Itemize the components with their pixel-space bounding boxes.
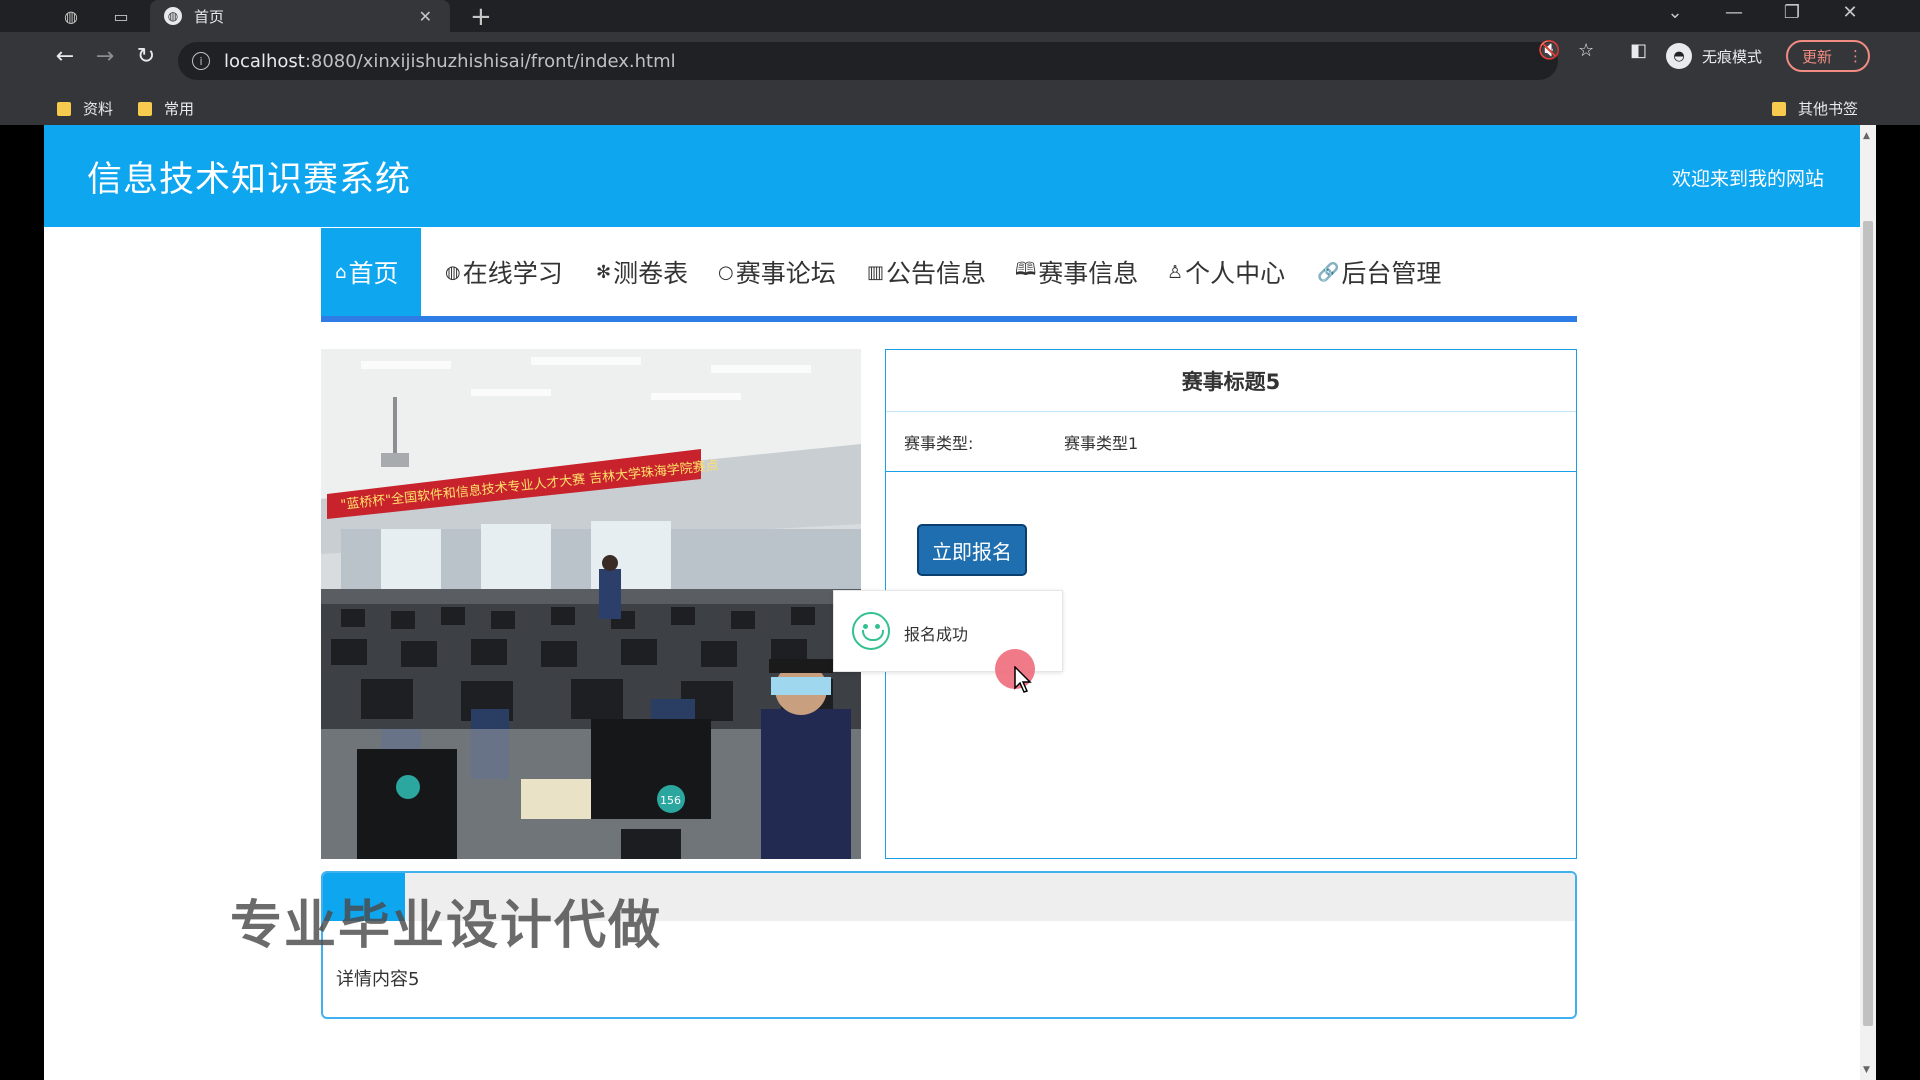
- bookmark-folder-changyong[interactable]: 常用: [138, 98, 194, 119]
- scroll-up-icon[interactable]: ▲: [1863, 131, 1870, 141]
- snowflake-icon: ✻: [596, 261, 612, 283]
- tab-list-chevron-icon[interactable]: ⌄: [1655, 2, 1695, 23]
- mouse-cursor-icon: [1014, 666, 1032, 693]
- nav-item-label: 在线学习: [462, 259, 563, 288]
- smile-icon: [852, 612, 890, 650]
- other-bookmarks-label: 其他书签: [1798, 100, 1859, 118]
- main-nav: ⌂ 首页 ◍ 在线学习 ✻ 测卷表 ○ 赛事论坛 ▥ 公告信息 🕮 赛事信息 ♙…: [321, 228, 1577, 322]
- nav-item-label: 个人中心: [1185, 259, 1286, 288]
- event-type-row: 赛事类型: 赛事类型1: [886, 412, 1576, 472]
- event-type-value: 赛事类型1: [1064, 433, 1139, 453]
- close-window-button[interactable]: ✕: [1830, 2, 1870, 23]
- reload-icon[interactable]: ↻: [131, 44, 161, 69]
- profile-globe-icon[interactable]: ◍: [58, 4, 84, 28]
- page-scrollbar[interactable]: ▲ ▼: [1860, 125, 1876, 1080]
- nav-item-event-info[interactable]: 🕮 赛事信息: [1015, 228, 1138, 316]
- folder-icon: [57, 101, 71, 116]
- nav-item-test-papers[interactable]: ✻ 测卷表: [596, 228, 688, 316]
- circle-icon: ○: [718, 261, 734, 283]
- nav-item-label: 测卷表: [613, 259, 689, 288]
- other-bookmarks-folder[interactable]: 其他书签: [1772, 98, 1858, 119]
- nav-item-home[interactable]: ⌂ 首页: [321, 228, 421, 316]
- minimize-button[interactable]: —: [1714, 2, 1754, 23]
- monitor-number: 156: [660, 794, 681, 807]
- nav-item-label: 赛事论坛: [735, 259, 836, 288]
- scroll-down-icon[interactable]: ▼: [1863, 1065, 1870, 1075]
- nav-item-label: 首页: [348, 259, 399, 288]
- detail-content: 详情内容5: [336, 969, 420, 990]
- url-host: localhost: [224, 50, 305, 72]
- folder-icon: [138, 101, 152, 116]
- tab-close-icon[interactable]: ✕: [419, 7, 432, 26]
- restore-button[interactable]: ❐: [1772, 2, 1812, 23]
- back-arrow-icon[interactable]: ←: [50, 44, 80, 69]
- globe-icon: ◍: [445, 261, 461, 283]
- url-path: :8080/xinxijishuzhishisai/front/index.ht…: [304, 50, 676, 72]
- grid-icon: ▥: [867, 261, 885, 283]
- tab-search-icon[interactable]: ▭: [108, 4, 134, 28]
- screen-edge: [1876, 125, 1920, 1080]
- update-button[interactable]: 更新 ⋮: [1786, 40, 1870, 72]
- page-viewport: 信息技术知识赛系统 欢迎来到我的网站 ⌂ 首页 ◍ 在线学习 ✻ 测卷表 ○ 赛…: [44, 125, 1860, 1080]
- nav-item-label: 后台管理: [1341, 259, 1442, 288]
- browser-tab-home[interactable]: ◍ 首页 ✕: [150, 0, 450, 32]
- bookmark-label: 资料: [83, 100, 114, 118]
- nav-item-label: 公告信息: [886, 259, 987, 288]
- side-panel-icon[interactable]: ◧: [1630, 40, 1647, 61]
- nav-item-label: 赛事信息: [1038, 259, 1139, 288]
- welcome-text: 欢迎来到我的网站: [1671, 168, 1824, 190]
- incognito-icon: ◓: [1666, 43, 1692, 69]
- event-photo: "蓝桥杯"全国软件和信息技术专业人才大赛 吉林大学珠海学院赛点 156: [321, 349, 861, 859]
- nav-item-personal-center[interactable]: ♙ 个人中心: [1167, 228, 1285, 316]
- address-bar[interactable]: i localhost :8080/xinxijishuzhishisai/fr…: [178, 42, 1558, 80]
- event-title: 赛事标题5: [886, 350, 1576, 412]
- menu-dots-icon: ⋮: [1848, 47, 1864, 65]
- folder-icon: [1772, 101, 1786, 116]
- site-info-icon[interactable]: i: [192, 52, 210, 70]
- incognito-indicator[interactable]: ◓ 无痕模式: [1666, 40, 1762, 72]
- tab-favicon-globe-icon: ◍: [164, 7, 182, 25]
- blocked-sound-icon[interactable]: 🔇: [1538, 40, 1560, 61]
- user-icon: ♙: [1167, 261, 1184, 283]
- watermark-text: 专业毕业设计代做: [230, 896, 663, 956]
- bookmark-star-icon[interactable]: ☆: [1578, 40, 1594, 61]
- scrollbar-thumb[interactable]: [1863, 221, 1873, 1026]
- signup-button[interactable]: 立即报名: [917, 524, 1027, 576]
- tab-strip: ◍ ▭ ◍ 首页 ✕ + ⌄ — ❐ ✕: [0, 0, 1920, 32]
- bookmark-label: 常用: [164, 100, 195, 118]
- bookmarks-bar: 资料 常用 其他书签: [0, 90, 1920, 125]
- site-header: 信息技术知识赛系统 欢迎来到我的网站: [44, 125, 1860, 227]
- update-label: 更新: [1802, 47, 1833, 66]
- browser-chrome: ◍ ▭ ◍ 首页 ✕ + ⌄ — ❐ ✕ ← → ↻ i localhost :…: [0, 0, 1920, 125]
- nav-item-online-learning[interactable]: ◍ 在线学习: [445, 228, 563, 316]
- nav-item-forum[interactable]: ○ 赛事论坛: [718, 228, 836, 316]
- book-icon: 🕮: [1015, 259, 1037, 280]
- bookmark-folder-ziliao[interactable]: 资料: [57, 98, 113, 119]
- new-tab-button[interactable]: +: [470, 2, 492, 32]
- tab-title: 首页: [194, 7, 225, 26]
- link-icon: 🔗: [1317, 261, 1340, 283]
- browser-toolbar: ← → ↻ i localhost :8080/xinxijishuzhishi…: [0, 32, 1920, 90]
- nav-item-announcements[interactable]: ▥ 公告信息: [867, 228, 986, 316]
- site-title: 信息技术知识赛系统: [87, 160, 412, 200]
- toast-message: 报名成功: [904, 625, 969, 644]
- forward-arrow-icon[interactable]: →: [90, 44, 120, 69]
- home-icon: ⌂: [335, 261, 347, 283]
- nav-item-admin[interactable]: 🔗 后台管理: [1317, 228, 1441, 316]
- event-type-label: 赛事类型:: [904, 433, 974, 453]
- incognito-label: 无痕模式: [1702, 47, 1763, 66]
